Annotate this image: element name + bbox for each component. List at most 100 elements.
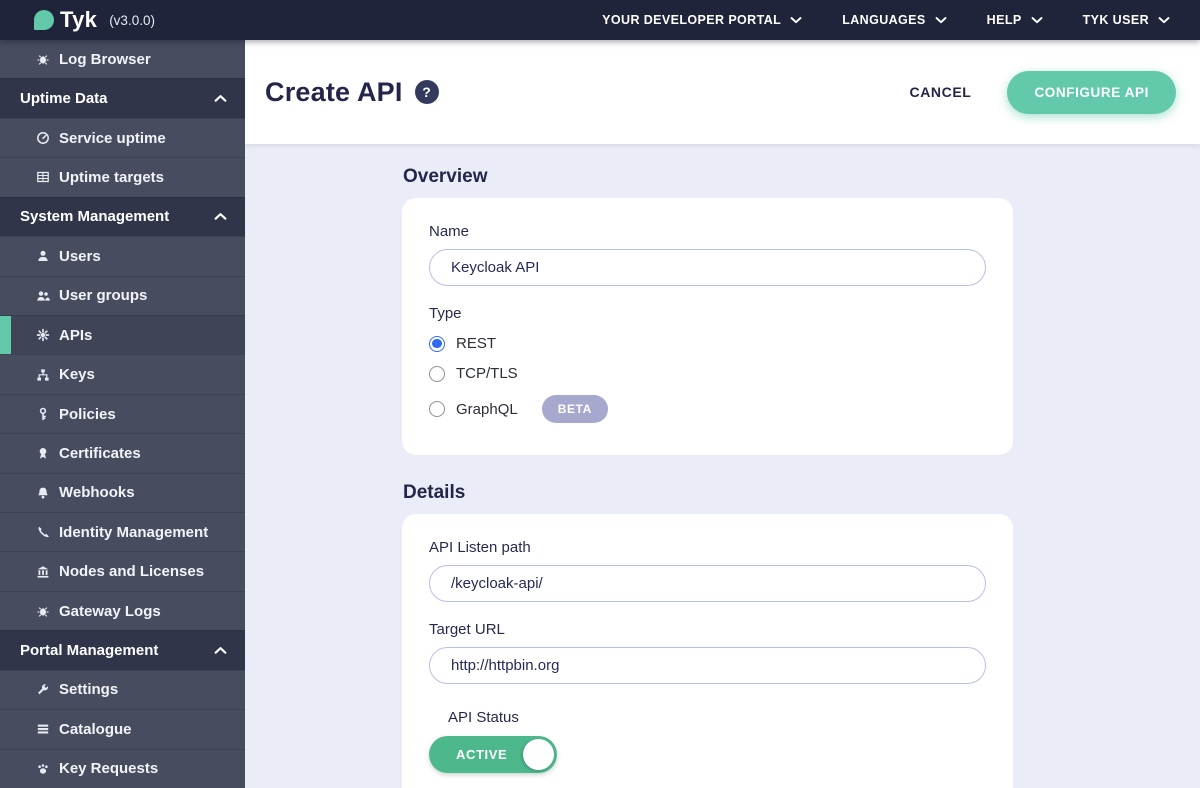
sidebar-item-nodes-and-licenses[interactable]: Nodes and Licenses xyxy=(0,551,245,590)
sidebar-section-label: Portal Management xyxy=(20,642,159,660)
api-status-value: ACTIVE xyxy=(456,747,508,762)
sidebar-item-label: Uptime targets xyxy=(59,168,165,186)
page-header: Create API ? CANCEL CONFIGURE API xyxy=(245,40,1200,144)
topbar: Tyk (v3.0.0) YOUR DEVELOPER PORTAL LANGU… xyxy=(0,0,1200,40)
sidebar-item-label: Certificates xyxy=(59,444,141,462)
sidebar-section-uptime-data[interactable]: Uptime Data xyxy=(0,78,245,118)
tyk-logo[interactable]: Tyk (v3.0.0) xyxy=(34,7,155,33)
sidebar-item-label: Webhooks xyxy=(59,484,135,502)
sidebar: Log Browser Uptime Data Service uptime U… xyxy=(0,40,245,788)
version-label: (v3.0.0) xyxy=(109,12,155,28)
sidebar-item-user-groups[interactable]: User groups xyxy=(0,275,245,315)
radio-icon[interactable] xyxy=(429,401,445,417)
table-icon xyxy=(36,170,50,184)
sidebar-item-log-browser[interactable]: Log Browser xyxy=(0,40,245,78)
menu-label: YOUR DEVELOPER PORTAL xyxy=(602,13,782,27)
sidebar-item-service-uptime[interactable]: Service uptime xyxy=(0,117,245,157)
target-url-field-group: Target URL xyxy=(429,621,986,684)
overview-heading: Overview xyxy=(403,166,488,187)
sidebar-item-label: Nodes and Licenses xyxy=(59,563,205,581)
brand-name: Tyk xyxy=(60,7,98,32)
overview-card: Name Type REST TCP/TLS Grap xyxy=(402,198,1013,455)
app-root: Tyk (v3.0.0) YOUR DEVELOPER PORTAL LANGU… xyxy=(0,0,1200,788)
sidebar-item-label: Identity Management xyxy=(59,523,209,541)
sidebar-item-identity-management[interactable]: Identity Management xyxy=(0,512,245,551)
sidebar-item-settings[interactable]: Settings xyxy=(0,669,245,709)
gears-icon xyxy=(36,328,50,342)
header-actions: CANCEL CONFIGURE API xyxy=(910,70,1176,114)
radio-option-graphql[interactable]: GraphQL BETA xyxy=(429,395,986,423)
radio-label: REST xyxy=(456,335,497,352)
menu-your-developer-portal[interactable]: YOUR DEVELOPER PORTAL xyxy=(602,13,802,27)
sidebar-item-label: Settings xyxy=(59,681,119,699)
key-icon xyxy=(36,407,50,421)
beta-badge: BETA xyxy=(541,395,608,423)
listen-path-label: API Listen path xyxy=(429,539,531,556)
type-field-group: Type REST TCP/TLS GraphQL BETA xyxy=(429,305,986,423)
sidebar-item-label: User groups xyxy=(59,287,148,305)
list-icon xyxy=(36,722,50,736)
sidebar-section-system-management[interactable]: System Management xyxy=(0,196,245,237)
sidebar-item-gateway-logs[interactable]: Gateway Logs xyxy=(0,590,245,630)
sidebar-item-uptime-targets[interactable]: Uptime targets xyxy=(0,157,245,196)
help-icon[interactable]: ? xyxy=(414,80,439,104)
api-status-toggle[interactable]: ACTIVE xyxy=(429,736,557,773)
chevron-down-icon xyxy=(935,16,947,24)
radio-option-tcp-tls[interactable]: TCP/TLS xyxy=(429,365,986,382)
sidebar-item-key-requests[interactable]: Key Requests xyxy=(0,748,245,788)
toggle-knob-icon[interactable] xyxy=(523,739,554,770)
page-title: Create API xyxy=(265,76,403,107)
chevron-down-icon xyxy=(1158,16,1170,24)
listen-path-field-group: API Listen path xyxy=(429,539,986,602)
phone-icon xyxy=(36,525,50,539)
bug-icon xyxy=(36,604,50,618)
paw-icon xyxy=(36,762,50,776)
sidebar-item-label: APIs xyxy=(59,326,93,344)
menu-languages[interactable]: LANGUAGES xyxy=(842,13,947,27)
api-status-label: API Status xyxy=(448,709,519,726)
radio-label: TCP/TLS xyxy=(456,365,518,382)
type-label: Type xyxy=(429,305,462,322)
gauge-icon xyxy=(36,131,50,145)
topbar-menu: YOUR DEVELOPER PORTAL LANGUAGES HELP TYK… xyxy=(602,13,1170,27)
menu-help[interactable]: HELP xyxy=(987,13,1043,27)
sidebar-item-label: Catalogue xyxy=(59,720,132,738)
bell-icon xyxy=(36,486,50,500)
sidebar-section-label: Uptime Data xyxy=(20,90,108,108)
sidebar-item-certificates[interactable]: Certificates xyxy=(0,433,245,472)
user-icon xyxy=(36,249,50,263)
bug-icon xyxy=(36,52,50,66)
menu-tyk-user[interactable]: TYK USER xyxy=(1083,13,1170,27)
name-input[interactable] xyxy=(429,249,986,286)
target-url-input[interactable] xyxy=(429,647,986,684)
details-heading: Details xyxy=(403,482,466,503)
sidebar-item-users[interactable]: Users xyxy=(0,236,245,275)
sidebar-item-policies[interactable]: Policies xyxy=(0,393,245,433)
radio-icon[interactable] xyxy=(429,335,445,352)
radio-option-rest[interactable]: REST xyxy=(429,335,986,352)
sidebar-item-label: Policies xyxy=(59,405,116,423)
sidebar-item-webhooks[interactable]: Webhooks xyxy=(0,472,245,512)
sidebar-item-label: Service uptime xyxy=(59,129,166,147)
sidebar-section-portal-management[interactable]: Portal Management xyxy=(0,630,245,670)
sidebar-section-label: System Management xyxy=(20,208,170,226)
sidebar-item-label: Keys xyxy=(59,366,95,384)
radio-icon[interactable] xyxy=(429,365,445,382)
sidebar-item-apis[interactable]: APIs xyxy=(0,314,245,355)
sidebar-item-keys[interactable]: Keys xyxy=(0,354,245,393)
menu-label: HELP xyxy=(986,13,1022,27)
sidebar-item-label: Key Requests xyxy=(59,760,159,778)
sidebar-item-label: Users xyxy=(59,247,101,265)
sidebar-item-label: Gateway Logs xyxy=(59,602,161,620)
listen-path-input[interactable] xyxy=(429,565,986,602)
cancel-button[interactable]: CANCEL xyxy=(910,84,972,100)
certificate-icon xyxy=(36,446,50,460)
configure-api-button[interactable]: CONFIGURE API xyxy=(1007,70,1176,114)
sitemap-icon xyxy=(36,368,50,382)
target-url-label: Target URL xyxy=(429,621,505,638)
sidebar-item-label: Log Browser xyxy=(59,50,151,68)
main-area: Create API ? CANCEL CONFIGURE API Overvi… xyxy=(245,40,1200,788)
name-field-group: Name xyxy=(429,223,986,286)
sidebar-item-catalogue[interactable]: Catalogue xyxy=(0,709,245,748)
chevron-down-icon xyxy=(790,16,802,24)
